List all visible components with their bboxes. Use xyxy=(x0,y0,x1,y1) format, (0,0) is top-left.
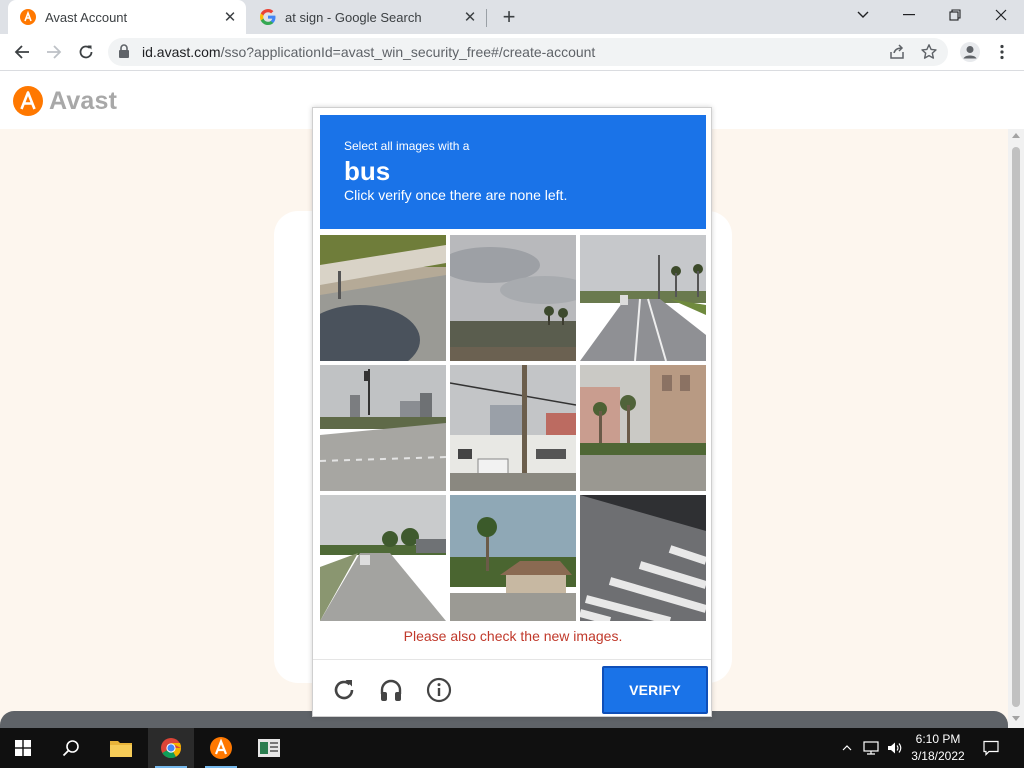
captcha-tile-8[interactable] xyxy=(450,495,576,621)
lock-icon[interactable] xyxy=(118,44,130,63)
tab-divider xyxy=(486,9,487,27)
bookmark-star-icon[interactable] xyxy=(920,43,938,61)
avast-logo[interactable]: Avast xyxy=(12,85,117,117)
captcha-tile-1[interactable] xyxy=(320,235,446,361)
address-bar[interactable]: id.avast.com/sso?applicationId=avast_win… xyxy=(108,38,948,66)
restore-button[interactable] xyxy=(932,0,978,30)
close-tab-icon[interactable]: ✕ xyxy=(460,7,480,27)
recaptcha-header: Select all images with a bus Click verif… xyxy=(320,115,706,229)
url-host: id.avast.com xyxy=(142,44,221,60)
windows-taskbar: 6:10 PM 3/18/2022 xyxy=(0,728,1024,768)
captcha-tile-7[interactable] xyxy=(320,495,446,621)
instruction-suffix: Click verify once there are none left. xyxy=(344,187,568,203)
new-tab-button[interactable]: + xyxy=(498,4,520,29)
chrome-icon[interactable] xyxy=(148,728,194,768)
tab-title: at sign - Google Search xyxy=(285,9,422,25)
captcha-tile-9[interactable] xyxy=(580,495,706,621)
show-hidden-icons-chevron-icon[interactable] xyxy=(838,728,856,768)
browser-toolbar: id.avast.com/sso?applicationId=avast_win… xyxy=(0,34,1024,71)
captcha-error-message: Please also check the new images. xyxy=(403,628,623,644)
tab-search-chevron-icon[interactable] xyxy=(840,0,886,30)
instruction-prefix: Select all images with a xyxy=(344,139,470,153)
avast-icon[interactable] xyxy=(198,728,244,768)
close-window-button[interactable] xyxy=(978,0,1024,30)
info-icon[interactable] xyxy=(426,677,452,703)
close-tab-icon[interactable]: ✕ xyxy=(220,7,240,27)
tab-title: Avast Account xyxy=(45,9,128,25)
recaptcha-footer: VERIFY xyxy=(313,659,711,717)
captcha-tile-3[interactable] xyxy=(580,235,706,361)
network-icon[interactable] xyxy=(860,728,882,768)
reload-icon[interactable] xyxy=(72,38,100,66)
audio-headphones-icon[interactable] xyxy=(378,677,404,703)
volume-icon[interactable] xyxy=(884,728,906,768)
recaptcha-challenge: Select all images with a bus Click verif… xyxy=(312,107,712,717)
kebab-menu-icon[interactable] xyxy=(988,38,1016,66)
avast-logo-icon xyxy=(13,86,43,116)
target-object: bus xyxy=(344,156,391,186)
url-path: /sso?applicationId=avast_win_security_fr… xyxy=(220,44,596,60)
start-icon[interactable] xyxy=(0,728,46,768)
forward-arrow-icon[interactable] xyxy=(40,38,68,66)
minimize-button[interactable] xyxy=(886,0,932,30)
scrollbar-thumb[interactable] xyxy=(1012,147,1020,707)
app-icon[interactable] xyxy=(246,728,292,768)
avast-logo-icon xyxy=(20,9,36,25)
page-scrollbar[interactable] xyxy=(1008,129,1024,728)
clock-date: 3/18/2022 xyxy=(911,749,965,763)
logo-text: Avast xyxy=(49,86,118,115)
google-g-icon xyxy=(260,9,276,25)
share-icon[interactable] xyxy=(888,43,906,61)
captcha-tile-5[interactable] xyxy=(450,365,576,491)
web-page: Avast Select all images with a bus Click… xyxy=(0,71,1024,728)
reload-icon[interactable] xyxy=(331,677,357,703)
file-explorer-icon[interactable] xyxy=(98,728,144,768)
scroll-up-arrow-icon[interactable] xyxy=(1012,133,1020,138)
captcha-tile-4[interactable] xyxy=(320,365,446,491)
tab-google-search[interactable]: at sign - Google Search ✕ xyxy=(248,0,486,34)
tab-avast-account[interactable]: Avast Account ✕ xyxy=(8,0,246,34)
system-clock[interactable]: 6:10 PM 3/18/2022 xyxy=(904,731,972,765)
clock-time: 6:10 PM xyxy=(915,732,961,746)
search-icon[interactable] xyxy=(48,728,94,768)
captcha-tile-2[interactable] xyxy=(450,235,576,361)
tab-strip: Avast Account ✕ at sign - Google Search … xyxy=(0,0,1024,34)
url-text: id.avast.com/sso?applicationId=avast_win… xyxy=(142,44,595,60)
captcha-tile-6[interactable] xyxy=(580,365,706,491)
verify-button[interactable]: VERIFY xyxy=(602,666,708,714)
profile-avatar-icon[interactable] xyxy=(956,38,984,66)
scroll-down-arrow-icon[interactable] xyxy=(1012,716,1020,721)
back-arrow-icon[interactable] xyxy=(8,38,36,66)
notification-icon[interactable] xyxy=(980,728,1002,768)
